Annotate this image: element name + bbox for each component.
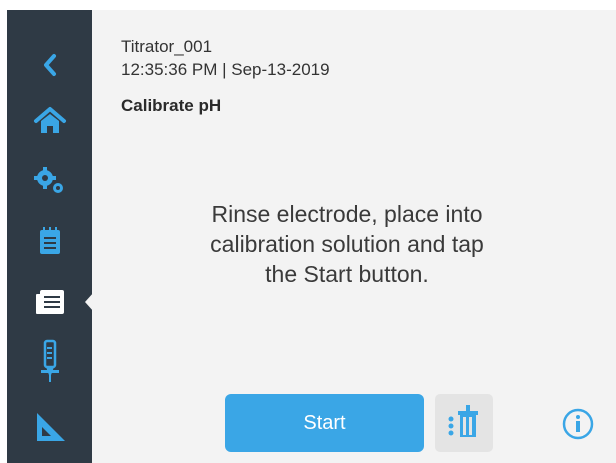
sidebar-item-calibration[interactable] <box>7 277 92 327</box>
calibration-list-icon <box>35 290 64 314</box>
timestamp: 12:35:36 PM | Sep-13-2019 <box>121 60 330 79</box>
ruler-triangle-icon <box>36 413 65 441</box>
back-arrow-icon <box>43 54 56 76</box>
sidebar <box>7 10 94 463</box>
instruction-line: the Start button. <box>265 261 429 287</box>
info-icon <box>562 408 594 440</box>
info-button[interactable] <box>562 408 594 440</box>
instruction-line: Rinse electrode, place into <box>211 201 483 227</box>
device-name: Titrator_001 <box>121 37 213 56</box>
sidebar-item-notes[interactable] <box>7 216 92 266</box>
active-indicator <box>85 292 94 312</box>
instruction-line: calibration solution and tap <box>210 231 484 257</box>
home-icon <box>33 107 66 133</box>
instruction-text: Rinse electrode, place into calibration … <box>177 199 517 289</box>
sidebar-item-burette[interactable] <box>7 336 92 386</box>
app-screen: Titrator_001 12:35:36 PM | Sep-13-2019 C… <box>7 10 616 463</box>
burette-icon <box>40 339 59 382</box>
titration-beaker-icon <box>448 405 478 437</box>
sidebar-item-home[interactable] <box>7 96 92 146</box>
start-button[interactable]: Start <box>225 394 424 452</box>
gears-icon <box>33 167 63 193</box>
notepad-icon <box>39 227 60 254</box>
titration-setup-button[interactable] <box>435 394 493 452</box>
back-button[interactable] <box>7 40 92 90</box>
page-title: Calibrate pH <box>121 96 222 115</box>
sidebar-item-measure[interactable] <box>7 402 92 452</box>
sidebar-item-settings[interactable] <box>7 156 92 206</box>
